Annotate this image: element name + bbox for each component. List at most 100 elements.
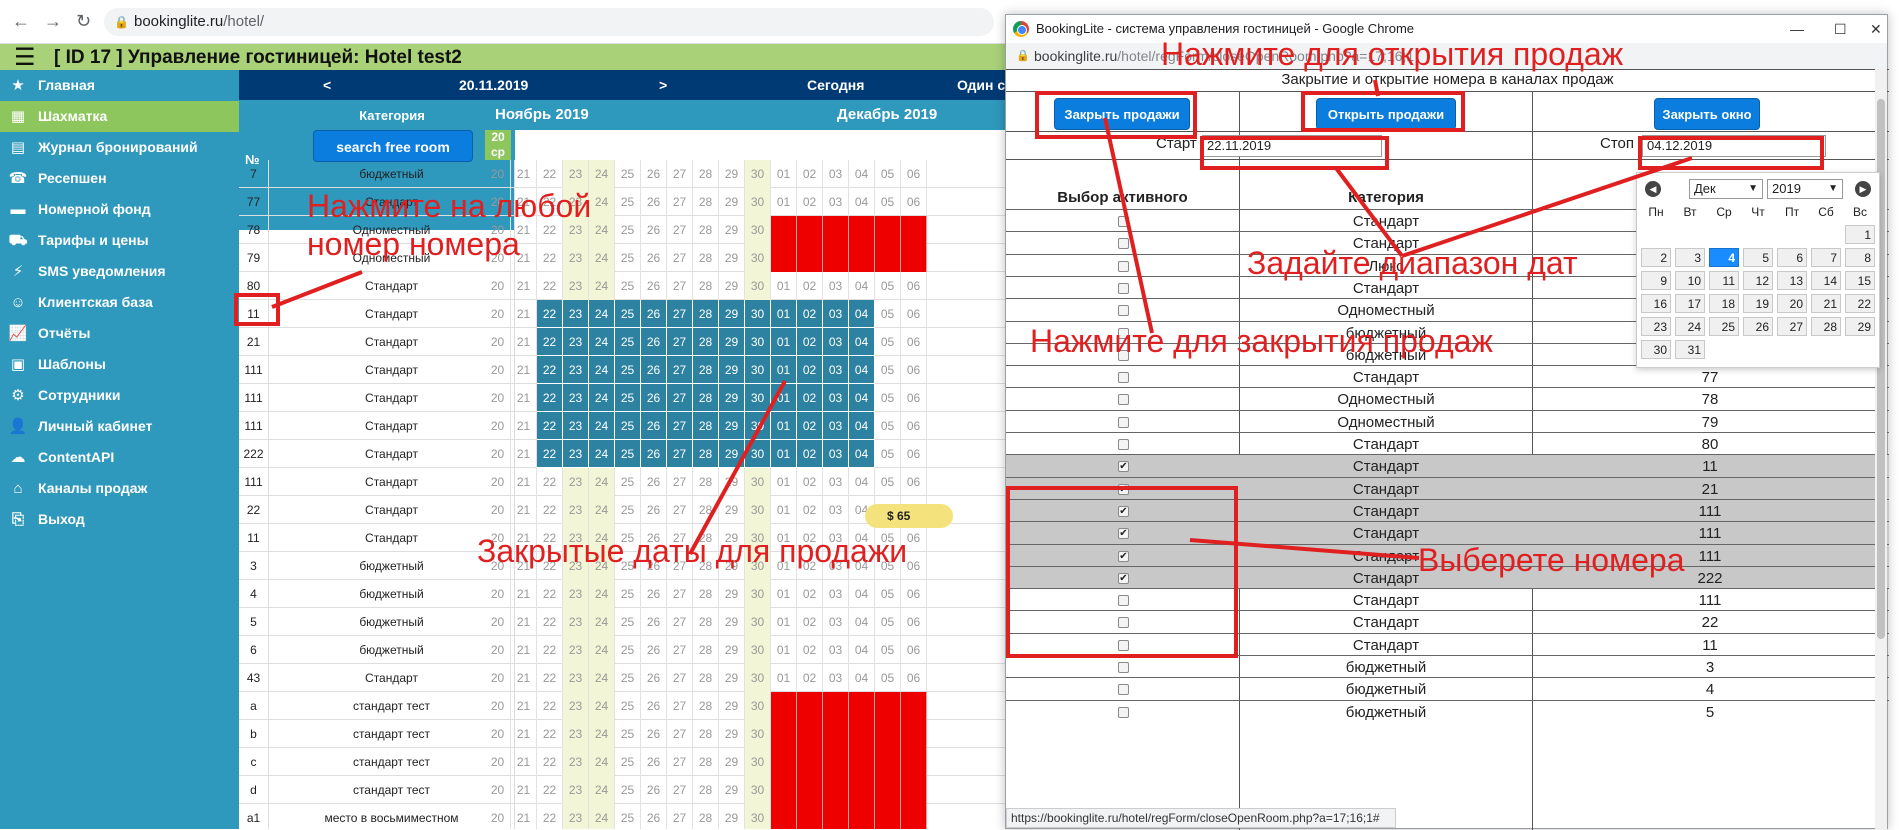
day-cell[interactable]: 02 <box>797 636 823 664</box>
day-cell[interactable]: 30 <box>745 216 771 244</box>
day-cell[interactable]: 29 <box>719 776 745 804</box>
calendar-day[interactable]: 26 <box>1743 317 1773 336</box>
day-cell[interactable]: 30 <box>745 580 771 608</box>
day-cell[interactable]: 05 <box>875 776 901 804</box>
sidebar-item[interactable]: ☎ Ресепшен <box>0 163 239 194</box>
day-cell[interactable]: 24 <box>589 692 615 720</box>
day-cell[interactable]: 04 <box>849 776 875 804</box>
day-cell[interactable]: 30 <box>745 664 771 692</box>
room-number[interactable]: b <box>239 720 269 748</box>
calendar-day[interactable]: 27 <box>1777 317 1807 336</box>
day-cell[interactable]: 28 <box>693 328 719 356</box>
calendar-day[interactable]: 25 <box>1709 317 1739 336</box>
day-cell[interactable]: 25 <box>615 440 641 468</box>
day-cell[interactable]: 29 <box>719 272 745 300</box>
room-number[interactable]: 43 <box>239 664 269 692</box>
day-cell[interactable]: 21 <box>511 160 537 188</box>
room-number[interactable]: a1 <box>239 804 269 829</box>
day-cell[interactable]: 28 <box>693 692 719 720</box>
day-cell[interactable]: 30 <box>745 748 771 776</box>
day-cell[interactable]: 28 <box>693 188 719 216</box>
day-cell[interactable]: 30 <box>745 160 771 188</box>
day-cell[interactable]: 28 <box>693 244 719 272</box>
day-cell[interactable]: 23 <box>563 468 589 496</box>
day-cell[interactable]: 23 <box>563 608 589 636</box>
calendar-day[interactable]: 15 <box>1845 271 1875 290</box>
day-cell[interactable]: 04 <box>849 216 875 244</box>
day-cell[interactable]: 06 <box>901 608 927 636</box>
day-cell[interactable]: 06 <box>901 776 927 804</box>
day-cell[interactable]: 30 <box>745 188 771 216</box>
day-cell[interactable]: 20 <box>485 384 511 412</box>
day-cell[interactable]: 23 <box>563 692 589 720</box>
day-cell[interactable]: 20 <box>485 608 511 636</box>
day-cell[interactable]: 02 <box>797 804 823 829</box>
back-arrow-icon[interactable]: ← <box>12 11 30 32</box>
day-cell[interactable]: 29 <box>719 328 745 356</box>
day-cell[interactable]: 27 <box>667 608 693 636</box>
select-checkbox[interactable] <box>1118 394 1129 406</box>
day-cell[interactable]: 29 <box>719 412 745 440</box>
day-cell[interactable]: 25 <box>615 328 641 356</box>
day-cell[interactable]: 03 <box>823 328 849 356</box>
sidebar-item[interactable]: ▣ Шаблоны <box>0 349 239 380</box>
day-cell[interactable]: 24 <box>589 160 615 188</box>
room-number[interactable]: 111 <box>239 356 269 384</box>
day-cell[interactable]: 27 <box>667 328 693 356</box>
day-cell[interactable]: 28 <box>693 440 719 468</box>
day-cell[interactable]: 01 <box>771 412 797 440</box>
day-cell[interactable]: 24 <box>589 300 615 328</box>
day-cell[interactable]: 04 <box>849 720 875 748</box>
day-cell[interactable]: 30 <box>745 776 771 804</box>
select-checkbox[interactable] <box>1118 238 1129 250</box>
day-cell[interactable]: 22 <box>537 300 563 328</box>
day-cell[interactable]: 26 <box>641 636 667 664</box>
day-cell[interactable]: 24 <box>589 468 615 496</box>
day-cell[interactable]: 26 <box>641 356 667 384</box>
day-cell[interactable]: 25 <box>615 748 641 776</box>
day-cell[interactable]: 04 <box>849 384 875 412</box>
day-cell[interactable]: 01 <box>771 244 797 272</box>
day-cell[interactable]: 06 <box>901 720 927 748</box>
day-cell[interactable]: 26 <box>641 384 667 412</box>
calendar-day[interactable]: 2 <box>1641 248 1671 267</box>
day-cell[interactable]: 20 <box>485 636 511 664</box>
day-cell[interactable]: 03 <box>823 804 849 829</box>
sidebar-item[interactable]: ⌂ Каналы продаж <box>0 473 239 504</box>
day-cell[interactable]: 23 <box>563 440 589 468</box>
day-cell[interactable]: 22 <box>537 384 563 412</box>
calendar-day[interactable]: 29 <box>1845 317 1875 336</box>
day-cell[interactable]: 20 <box>485 804 511 829</box>
day-cell[interactable]: 04 <box>849 748 875 776</box>
day-cell[interactable]: 03 <box>823 748 849 776</box>
stop-date-input[interactable]: 04.12.2019 <box>1642 135 1826 157</box>
day-cell[interactable]: 23 <box>563 300 589 328</box>
maximize-icon[interactable]: ☐ <box>1834 15 1847 43</box>
day-cell[interactable]: 01 <box>771 580 797 608</box>
day-cell[interactable]: 23 <box>563 804 589 829</box>
day-cell[interactable]: 02 <box>797 776 823 804</box>
calendar-day[interactable]: 6 <box>1777 248 1807 267</box>
day-cell[interactable]: 01 <box>771 468 797 496</box>
day-cell[interactable]: 06 <box>901 216 927 244</box>
calendar-day[interactable]: 28 <box>1811 317 1841 336</box>
day-cell[interactable]: 26 <box>641 188 667 216</box>
day-cell[interactable]: 05 <box>875 468 901 496</box>
day-cell[interactable]: 04 <box>849 804 875 829</box>
day-cell[interactable]: 23 <box>563 160 589 188</box>
day-cell[interactable]: 04 <box>849 664 875 692</box>
day-cell[interactable]: 04 <box>849 188 875 216</box>
prev-date-button[interactable]: < <box>323 77 331 93</box>
day-cell[interactable]: 25 <box>615 468 641 496</box>
day-cell[interactable]: 30 <box>745 804 771 829</box>
day-cell[interactable]: 21 <box>511 664 537 692</box>
day-cell[interactable]: 26 <box>641 748 667 776</box>
day-cell[interactable]: 24 <box>589 804 615 829</box>
sidebar-item[interactable]: ⚙ Сотрудники <box>0 380 239 411</box>
day-cell[interactable]: 28 <box>693 160 719 188</box>
day-cell[interactable]: 02 <box>797 272 823 300</box>
hamburger-menu-icon[interactable]: ☰ <box>14 44 36 71</box>
day-cell[interactable]: 06 <box>901 300 927 328</box>
day-cell[interactable]: 24 <box>589 384 615 412</box>
day-cell[interactable]: 28 <box>693 636 719 664</box>
